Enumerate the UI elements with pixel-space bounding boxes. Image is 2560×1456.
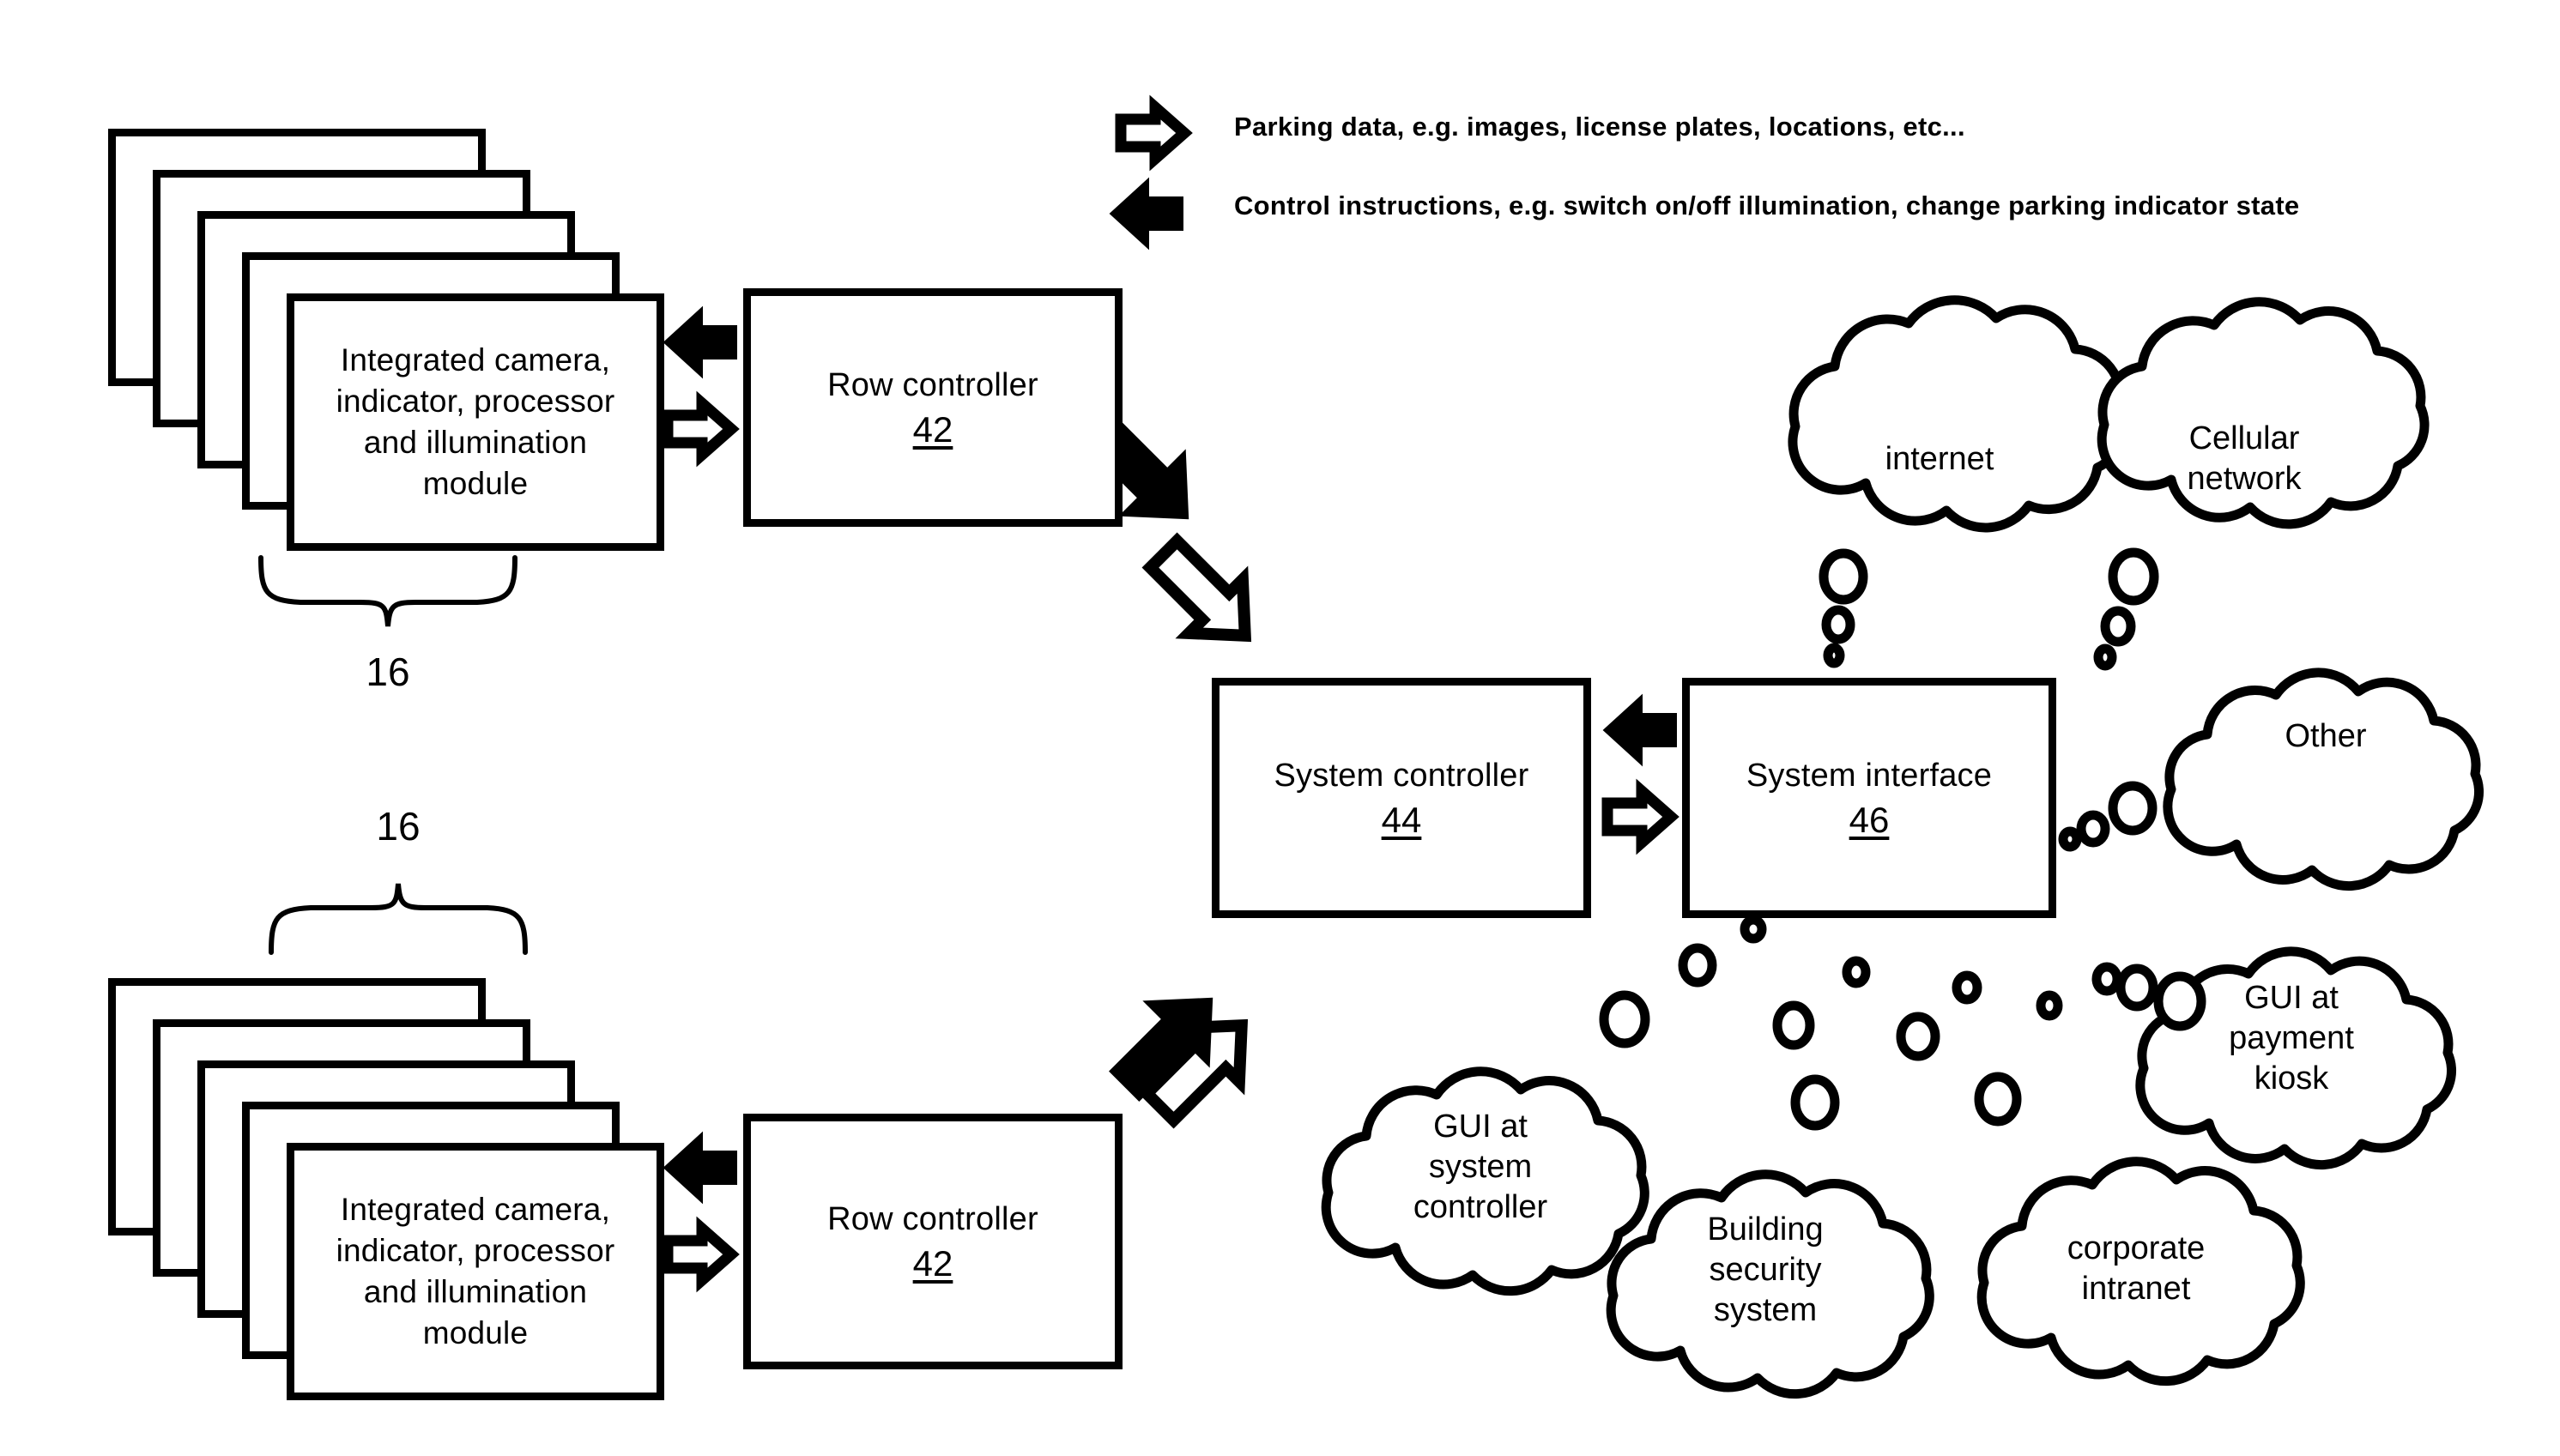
cloud-other	[2058, 668, 2484, 891]
box-row-controller-top[interactable]: Row controller 42	[743, 288, 1123, 527]
cloud-label-building-security-system: Building security system	[1707, 1211, 1824, 1329]
cloud-label-internet: internet	[1885, 441, 1994, 477]
arrow-sys-out-icon	[1607, 791, 1671, 843]
box-system-interface[interactable]: System interface 46	[1682, 678, 2056, 918]
legend-filled-left-arrow-icon	[1116, 187, 1179, 240]
arrow-lower-diagonal-outline-icon	[1134, 999, 1268, 1133]
box-reference-number: 42	[912, 409, 953, 450]
box-reference-number: 46	[1849, 800, 1890, 841]
arrow-top-module-in-icon	[669, 316, 733, 369]
legend-row-control-instructions: Control instructions, e.g. switch on/off…	[1234, 190, 2299, 221]
cloud-internet	[1788, 295, 2129, 668]
legend-row-parking-data: Parking data, e.g. images, license plate…	[1234, 112, 1965, 142]
legend-label: Parking data, e.g. images, license plate…	[1234, 112, 1965, 142]
module-label: Integrated camera, indicator, processor …	[336, 341, 615, 502]
module-label: Integrated camera, indicator, processor …	[336, 1191, 615, 1351]
box-label: Row controller	[827, 1200, 1038, 1237]
box-reference-number: 44	[1381, 800, 1422, 841]
module-card-front[interactable]: Integrated camera, indicator, processor …	[287, 293, 664, 551]
box-reference-number: 42	[912, 1243, 953, 1284]
box-label: System interface	[1746, 757, 1993, 794]
arrow-sys-in-icon	[1609, 704, 1673, 757]
cloud-label-gui-system-controller: GUI at system controller	[1413, 1109, 1548, 1226]
arrow-top-module-out-icon	[668, 403, 731, 455]
module-card-front[interactable]: Integrated camera, indicator, processor …	[287, 1143, 664, 1400]
arrow-lower-diagonal-filled-icon	[1100, 976, 1235, 1110]
arrow-upper-diagonal-outline-icon	[1137, 528, 1272, 662]
cloud-label-gui-payment-kiosk: GUI at payment kiosk	[2229, 980, 2354, 1097]
brace-top-stack	[258, 555, 517, 627]
reference-number-16-bottom: 16	[376, 804, 421, 849]
thought-bubble-dots	[1599, 915, 2206, 1131]
box-label: Row controller	[827, 366, 1038, 403]
legend-label: Control instructions, e.g. switch on/off…	[1234, 190, 2300, 221]
reference-number-16-top: 16	[366, 649, 410, 694]
arrow-bottom-module-in-icon	[669, 1141, 733, 1194]
box-label: System controller	[1274, 757, 1529, 794]
box-row-controller-bottom[interactable]: Row controller 42	[743, 1114, 1123, 1369]
legend-hollow-right-arrow-icon	[1121, 107, 1184, 159]
brace-bottom-stack	[269, 883, 528, 955]
diagram-canvas: Integrated camera, indicator, processor …	[0, 0, 2560, 1456]
cloud-label-cellular-network: Cellular network	[2187, 420, 2302, 498]
cloud-label-corporate-intranet: corporate intranet	[2067, 1230, 2206, 1308]
cloud-label-other: Other	[2285, 718, 2367, 754]
box-system-controller[interactable]: System controller 44	[1212, 678, 1591, 918]
arrow-bottom-module-out-icon	[668, 1229, 731, 1280]
